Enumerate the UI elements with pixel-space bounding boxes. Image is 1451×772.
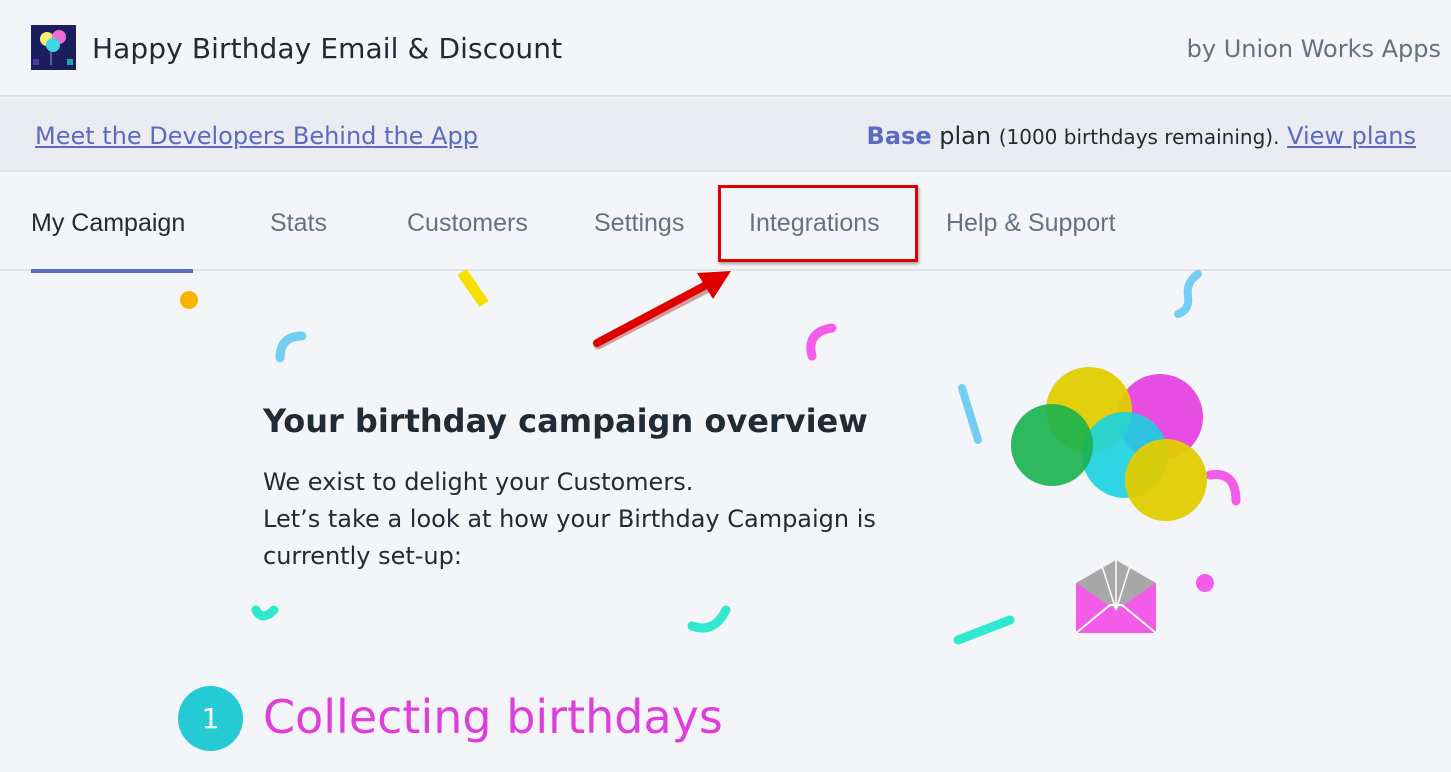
app-vendor: by Union Works Apps — [1186, 35, 1441, 63]
step-number-badge: 1 — [178, 686, 243, 751]
tab-help-support[interactable]: Help & Support — [946, 173, 1116, 271]
plan-remaining: (1000 birthdays remaining). — [998, 125, 1280, 149]
meet-developers-link[interactable]: Meet the Developers Behind the App — [35, 122, 478, 150]
campaign-overview-title: Your birthday campaign overview — [263, 402, 868, 440]
plan-name: Base — [866, 122, 932, 150]
view-plans-link[interactable]: View plans — [1287, 122, 1416, 150]
app-page: Happy Birthday Email & Discount by Union… — [0, 0, 1451, 772]
tab-settings[interactable]: Settings — [594, 173, 684, 271]
plan-word: plan — [931, 122, 999, 150]
envelope-illustration-icon — [1075, 560, 1157, 634]
app-header: Happy Birthday Email & Discount by Union… — [0, 0, 1451, 97]
balloons-illustration-icon — [1011, 367, 1207, 634]
tab-my-campaign[interactable]: My Campaign — [31, 173, 193, 273]
overview-line-1: We exist to delight your Customers. — [263, 468, 694, 496]
plan-info: Base plan (1000 birthdays remaining). Vi… — [867, 122, 1416, 150]
integrations-highlight-box — [718, 185, 918, 262]
app-title: Happy Birthday Email & Discount — [92, 32, 563, 65]
app-logo-icon — [31, 25, 76, 70]
info-banner: Meet the Developers Behind the App Base … — [0, 98, 1451, 172]
campaign-overview-description: We exist to delight your Customers. Let’… — [263, 464, 883, 575]
red-arrow-icon — [593, 271, 731, 350]
overview-line-2: Let’s take a look at how your Birthday C… — [263, 505, 876, 570]
tab-customers[interactable]: Customers — [407, 173, 528, 271]
tab-stats[interactable]: Stats — [270, 173, 327, 271]
section-title: Collecting birthdays — [263, 690, 723, 744]
